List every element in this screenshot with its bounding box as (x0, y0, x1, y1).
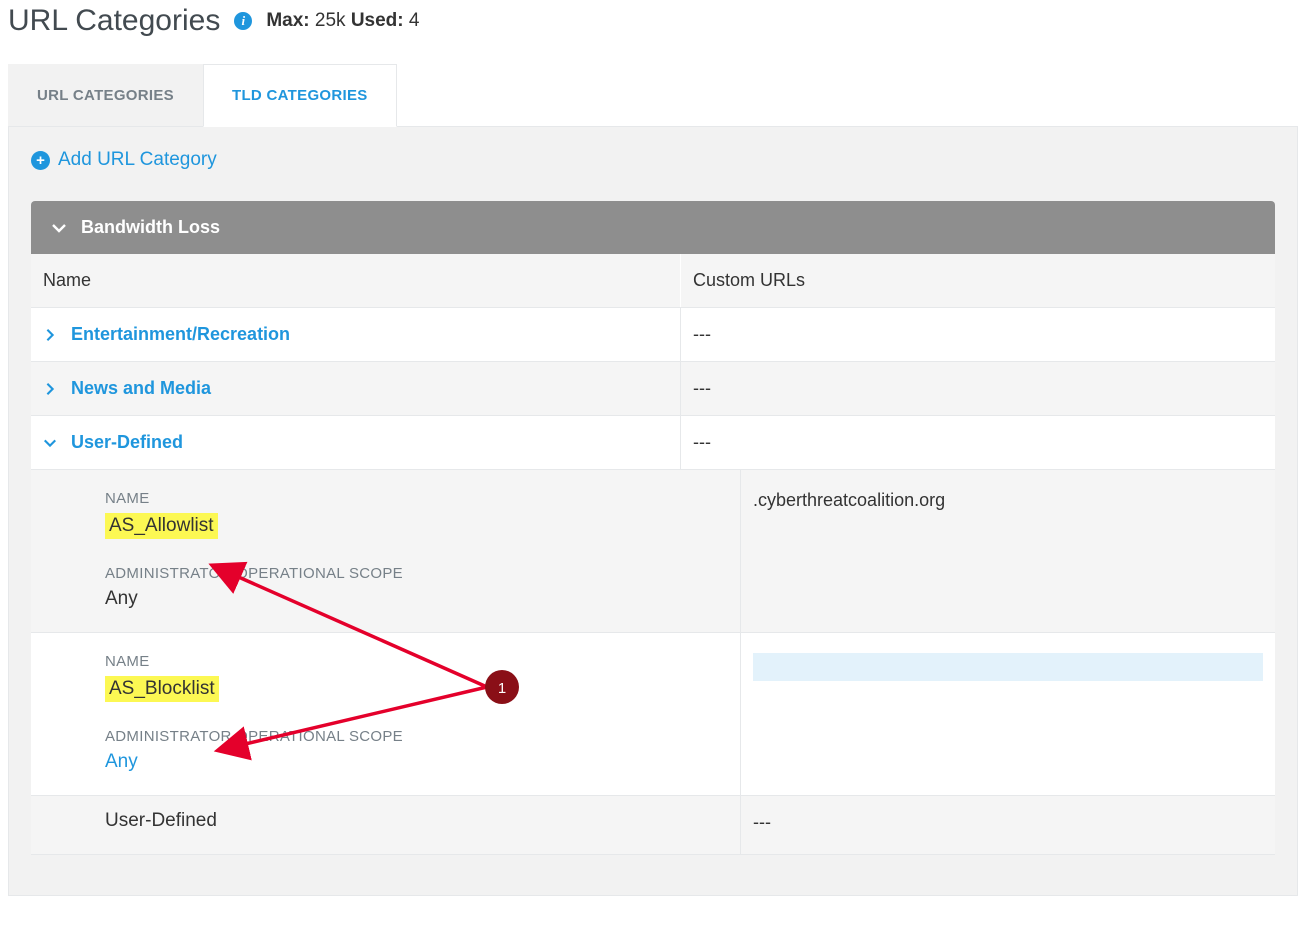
max-value: 25k (315, 10, 346, 31)
used-value: 4 (409, 10, 420, 31)
column-custom-urls: Custom URLs (680, 254, 1275, 307)
detail-name-label: NAME (105, 490, 730, 507)
content-panel: + Add URL Category Bandwidth Loss Name C… (8, 127, 1298, 896)
table-row: User-Defined --- (31, 416, 1275, 470)
redacted-block (753, 653, 1263, 681)
plus-icon: + (31, 151, 50, 170)
category-label: News and Media (71, 378, 211, 399)
table-row-detail: NAME AS_Blocklist ADMINISTRATOR OPERATIO… (31, 633, 1275, 796)
info-icon[interactable]: i (234, 12, 252, 30)
add-url-category-label: Add URL Category (58, 149, 217, 171)
table-row: User-Defined --- (31, 796, 1275, 855)
detail-scope-label: ADMINISTRATOR OPERATIONAL SCOPE (105, 728, 730, 745)
tab-url-categories[interactable]: URL CATEGORIES (8, 64, 203, 126)
table-row: News and Media --- (31, 362, 1275, 416)
usage-summary: Max: 25k Used: 4 (266, 10, 419, 32)
used-label: Used: (351, 10, 404, 31)
custom-urls-cell: --- (680, 308, 1275, 361)
detail-name-value[interactable]: AS_Allowlist (105, 513, 218, 539)
category-label: User-Defined (105, 810, 217, 831)
custom-urls-cell: --- (740, 796, 1275, 854)
custom-urls-cell: .cyberthreatcoalition.org (740, 470, 1275, 632)
detail-name-label: NAME (105, 653, 730, 670)
chevron-right-icon (43, 328, 57, 342)
table-row-detail: NAME AS_Allowlist ADMINISTRATOR OPERATIO… (31, 470, 1275, 633)
section-title: Bandwidth Loss (81, 217, 220, 238)
custom-urls-cell: --- (680, 362, 1275, 415)
custom-urls-cell (740, 633, 1275, 795)
chevron-right-icon (43, 382, 57, 396)
table-row: Entertainment/Recreation --- (31, 308, 1275, 362)
detail-scope-value[interactable]: Any (105, 751, 730, 773)
max-label: Max: (266, 10, 309, 31)
add-url-category-button[interactable]: + Add URL Category (31, 149, 1275, 171)
page-header: URL Categories i Max: 25k Used: 4 (8, 0, 1298, 38)
section-header-bandwidth-loss[interactable]: Bandwidth Loss (31, 201, 1275, 254)
column-headers: Name Custom URLs (31, 254, 1275, 308)
column-name: Name (31, 254, 680, 307)
category-news[interactable]: News and Media (43, 378, 668, 399)
category-user-defined[interactable]: User-Defined (43, 432, 668, 453)
chevron-down-icon (43, 436, 57, 450)
category-label: User-Defined (71, 432, 183, 453)
detail-scope-value: Any (105, 588, 730, 610)
tab-bar: URL CATEGORIES TLD CATEGORIES (8, 64, 1298, 127)
detail-name-value[interactable]: AS_Blocklist (105, 676, 219, 702)
category-label: Entertainment/Recreation (71, 324, 290, 345)
page-title: URL Categories (8, 4, 220, 38)
category-table: Bandwidth Loss Name Custom URLs Entertai… (31, 201, 1275, 855)
chevron-down-icon (51, 220, 67, 236)
tab-tld-categories[interactable]: TLD CATEGORIES (203, 64, 397, 127)
custom-urls-cell: --- (680, 416, 1275, 469)
category-entertainment[interactable]: Entertainment/Recreation (43, 324, 668, 345)
detail-scope-label: ADMINISTRATOR OPERATIONAL SCOPE (105, 565, 730, 582)
